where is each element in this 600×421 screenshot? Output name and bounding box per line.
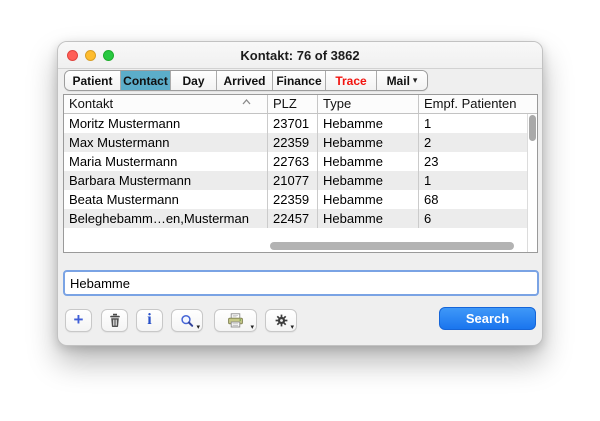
vertical-scrollbar[interactable] bbox=[527, 114, 537, 252]
tab-finance[interactable]: Finance bbox=[273, 71, 326, 90]
desktop: Kontakt: 76 of 3862 Patient Contact Day … bbox=[0, 0, 600, 421]
chevron-down-icon: ▾ bbox=[196, 324, 200, 331]
column-header-empf-patienten[interactable]: Empf. Patienten bbox=[419, 95, 537, 113]
info-button[interactable]: i bbox=[136, 309, 163, 332]
kontakt-window: Kontakt: 76 of 3862 Patient Contact Day … bbox=[57, 41, 543, 346]
table-row[interactable]: Moritz Mustermann 23701 Hebamme 1 bbox=[64, 114, 537, 133]
table-row[interactable]: Barbara Mustermann 21077 Hebamme 1 bbox=[64, 171, 537, 190]
info-icon: i bbox=[147, 312, 151, 328]
table-row[interactable]: Maria Mustermann 22763 Hebamme 23 bbox=[64, 152, 537, 171]
titlebar[interactable]: Kontakt: 76 of 3862 bbox=[58, 42, 542, 69]
find-button[interactable]: ▾ bbox=[171, 309, 203, 332]
print-button[interactable]: ▾ bbox=[214, 309, 257, 332]
chevron-down-icon: ▾ bbox=[413, 76, 418, 85]
settings-button[interactable]: ▾ bbox=[265, 309, 297, 332]
vertical-scrollbar-thumb[interactable] bbox=[529, 115, 536, 141]
table-header: Kontakt PLZ Type Empf. Patienten bbox=[64, 95, 537, 114]
table-row[interactable]: Max Mustermann 22359 Hebamme 2 bbox=[64, 133, 537, 152]
column-header-kontakt[interactable]: Kontakt bbox=[64, 95, 268, 113]
traffic-lights bbox=[67, 50, 114, 61]
tab-mail[interactable]: Mail ▾ bbox=[377, 71, 427, 90]
toolbar: + i ▾ bbox=[58, 307, 542, 332]
search-button[interactable]: Search bbox=[439, 307, 536, 330]
contacts-table: Kontakt PLZ Type Empf. Patienten Moritz … bbox=[63, 94, 538, 253]
tab-contact[interactable]: Contact bbox=[121, 71, 171, 90]
zoom-button[interactable] bbox=[103, 50, 114, 61]
horizontal-scrollbar[interactable] bbox=[64, 242, 527, 250]
horizontal-scrollbar-thumb[interactable] bbox=[270, 242, 514, 250]
printer-icon bbox=[227, 313, 244, 328]
add-button[interactable]: + bbox=[65, 309, 92, 332]
table-row[interactable]: Beata Mustermann 22359 Hebamme 68 bbox=[64, 190, 537, 209]
search-input[interactable] bbox=[63, 270, 539, 296]
close-button[interactable] bbox=[67, 50, 78, 61]
tab-arrived[interactable]: Arrived bbox=[217, 71, 273, 90]
sort-ascending-icon bbox=[242, 99, 251, 105]
minimize-button[interactable] bbox=[85, 50, 96, 61]
plus-icon: + bbox=[74, 311, 84, 328]
gear-icon bbox=[274, 313, 289, 328]
chevron-down-icon: ▾ bbox=[290, 324, 294, 331]
tab-trace[interactable]: Trace bbox=[326, 71, 377, 90]
trash-icon bbox=[108, 313, 122, 328]
tab-bar: Patient Contact Day Arrived Finance Trac… bbox=[64, 70, 428, 91]
window-title: Kontakt: 76 of 3862 bbox=[58, 42, 542, 69]
tab-patient[interactable]: Patient bbox=[65, 71, 121, 90]
delete-button[interactable] bbox=[101, 309, 128, 332]
column-header-type[interactable]: Type bbox=[318, 95, 419, 113]
column-header-plz[interactable]: PLZ bbox=[268, 95, 318, 113]
table-row[interactable]: Beleghebamm…en,Musterman 22457 Hebamme 6 bbox=[64, 209, 537, 228]
magnifier-icon bbox=[180, 314, 194, 328]
table-body: Moritz Mustermann 23701 Hebamme 1 Max Mu… bbox=[64, 114, 537, 228]
tab-day[interactable]: Day bbox=[171, 71, 217, 90]
chevron-down-icon: ▾ bbox=[250, 324, 254, 331]
